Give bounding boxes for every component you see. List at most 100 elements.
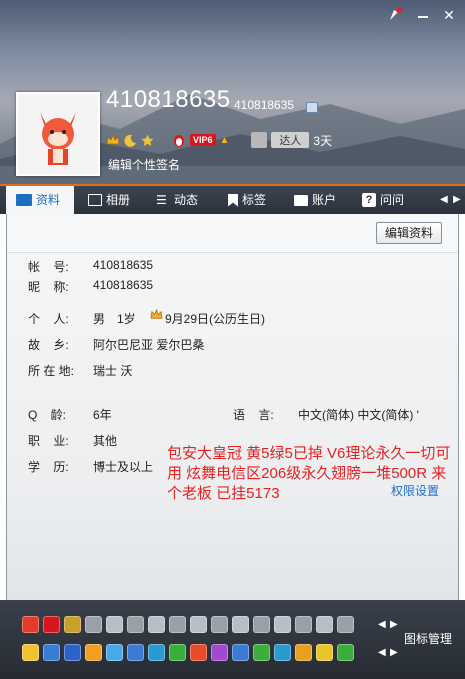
moon-icon[interactable] [124,134,137,147]
row1-service-icon-10[interactable] [211,616,228,633]
feed-icon: ☰ [156,193,167,207]
profile-window: ✕ 410818635 410818635 VIP6 ▲ 达人 3天 编辑个性签… [0,0,465,679]
row2-service-icon-3[interactable] [64,644,81,661]
row2-service-icon-4[interactable] [85,644,102,661]
tab-ask-label: 问问 [380,193,405,207]
tab-bar: 资料 相册 ☰ 动态 标签 账户 ? 问问 ◀ ▶ [0,184,465,214]
row2-service-icon-1[interactable] [22,644,39,661]
row1-service-icon-7[interactable] [148,616,165,633]
row2-service-icon-12[interactable] [253,644,270,661]
permission-settings-link[interactable]: 权限设置 [391,482,439,499]
mobile-icon [306,102,318,113]
row2-service-icon-7[interactable] [148,644,165,661]
tab-scroll-right-icon[interactable]: ▶ [453,186,461,214]
nickname-label: 昵 称: [28,280,69,294]
row1-prev-arrow-icon[interactable]: ◀ [378,619,386,630]
education-label: 学 历: [28,460,69,474]
row1-service-icon-6[interactable] [127,616,144,633]
row2-service-icon-6[interactable] [127,644,144,661]
tab-tags[interactable]: 标签 [228,186,266,214]
icon-manager-link[interactable]: 图标管理 [404,630,452,647]
row1-service-icon-14[interactable] [295,616,312,633]
row1-service-icon-12[interactable] [253,616,270,633]
job-label: 职 业: [28,434,69,448]
location-value: 瑞士 沃 [93,364,133,378]
talent-badge[interactable]: 达人 [271,132,310,148]
star-icon[interactable] [141,134,154,147]
row2-service-icon-13[interactable] [274,644,291,661]
row1-service-icon-9[interactable] [190,616,207,633]
close-button[interactable]: ✕ [440,6,458,24]
hometown-value: 阿尔巴尼亚 爱尔巴桑 [93,338,205,352]
row2-next-arrow-icon[interactable]: ▶ [390,647,398,658]
penguin-vip-icon [172,133,186,147]
age-value: 1岁 [117,312,136,326]
edit-profile-button[interactable]: 编辑资料 [375,222,442,244]
row2-prev-arrow-icon[interactable]: ◀ [378,647,386,658]
row1-service-icon-3[interactable] [64,616,81,633]
row1-service-icon-1[interactable] [22,616,39,633]
vip-badge[interactable]: VIP6 [190,134,216,146]
crown-icon[interactable] [106,133,120,147]
row2-service-icon-9[interactable] [190,644,207,661]
row2-service-icon-15[interactable] [316,644,333,661]
tab-album[interactable]: 相册 [88,186,130,214]
tab-account[interactable]: 账户 [294,186,336,214]
row2-service-icon-8[interactable] [169,644,186,661]
row2-service-icon-14[interactable] [295,644,312,661]
row2-service-icon-16[interactable] [337,644,354,661]
minimize-button[interactable] [414,6,432,24]
question-icon: ? [362,193,376,207]
language-label: 语 言: [233,408,274,422]
tab-scroll-left-icon[interactable]: ◀ [440,186,448,214]
gender-value: 男 [93,312,106,326]
qq-number-small: 410818635 [234,98,295,112]
profile-card-icon [16,194,32,206]
tab-profile-label: 资料 [36,193,61,207]
level-row: VIP6 ▲ 达人 3天 [106,130,332,150]
tab-profile[interactable]: 资料 [6,186,74,214]
talent-avatar-icon [251,132,268,148]
account-label: 帐 号: [28,260,69,274]
bookmark-icon [228,193,238,207]
language-value: 中文(简体) 中文(简体) ' [298,408,419,422]
tab-feed[interactable]: ☰ 动态 [156,186,198,214]
tab-ask[interactable]: ? 问问 [362,186,404,214]
job-value: 其他 [93,434,118,448]
row2-service-icon-10[interactable] [211,644,228,661]
wallet-icon [294,194,308,206]
row1-service-icon-11[interactable] [232,616,249,633]
row1-service-icon-5[interactable] [106,616,123,633]
birthday-crown-icon [150,308,163,321]
row2-service-icon-11[interactable] [232,644,249,661]
row1-next-arrow-icon[interactable]: ▶ [390,619,398,630]
album-icon [88,194,102,206]
profile-content: 编辑资料 帐 号: 410818635 昵 称: 410818635 个 人: … [6,214,459,600]
hometown-label: 故 乡: [28,338,69,352]
tab-tags-label: 标签 [242,193,267,207]
service-icon-row-2 [22,644,354,661]
content-toolbar: 编辑资料 [7,214,458,253]
fox-avatar-icon [18,94,98,174]
qage-label: Q 龄: [28,408,67,422]
row2-service-icon-5[interactable] [106,644,123,661]
service-icon-bar: ◀ ▶ ◀ ▶ 图标管理 [0,600,465,679]
row1-service-icon-15[interactable] [316,616,333,633]
tab-account-label: 账户 [312,193,337,207]
row1-service-icon-13[interactable] [274,616,291,633]
active-days: 3天 [313,133,333,148]
signature-field[interactable]: 编辑个性签名 [108,156,180,173]
skin-icon[interactable] [386,6,404,24]
birthday-value: 9月29日(公历生日) [165,312,266,326]
row1-service-icon-4[interactable] [85,616,102,633]
row1-service-icon-2[interactable] [43,616,60,633]
row1-service-icon-8[interactable] [169,616,186,633]
row1-service-icon-16[interactable] [337,616,354,633]
qq-number-large: 410818635 [106,86,231,113]
avatar[interactable] [16,92,100,176]
profile-header: ✕ 410818635 410818635 VIP6 ▲ 达人 3天 编辑个性签… [0,0,465,184]
nickname-value: 410818635 [93,278,154,292]
service-icon-row-1 [22,616,354,633]
row2-service-icon-2[interactable] [43,644,60,661]
vip-up-arrow-icon: ▲ [219,134,230,146]
